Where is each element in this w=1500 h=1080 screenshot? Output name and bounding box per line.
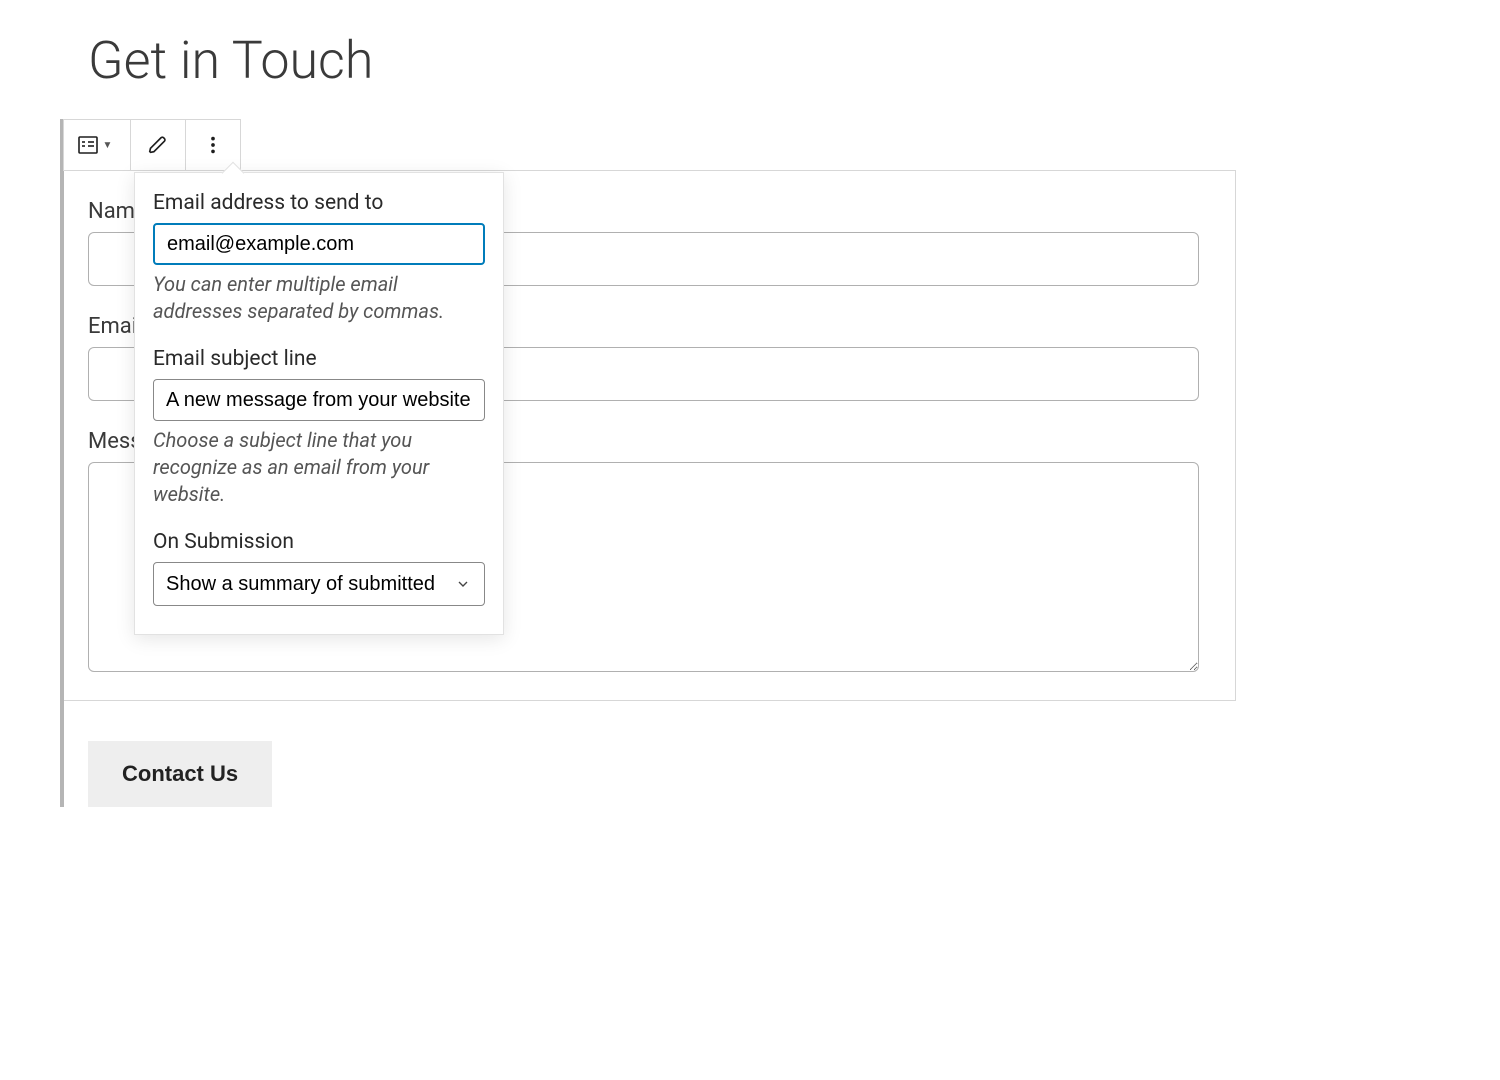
subject-label: Email subject line: [153, 347, 485, 371]
subject-input[interactable]: [153, 379, 485, 421]
block-toolbar: ▼: [63, 119, 241, 171]
page-title: Get in Touch: [88, 30, 1500, 91]
caret-down-icon: ▼: [103, 140, 113, 151]
submit-button[interactable]: Contact Us: [88, 741, 272, 807]
on-submission-select[interactable]: Show a summary of submitted: [153, 562, 485, 606]
form-block-icon: [76, 133, 100, 157]
form-block: ▼: [60, 119, 1500, 807]
block-type-button[interactable]: ▼: [64, 120, 130, 170]
block-type-group: ▼: [64, 120, 131, 170]
on-submission-field: On Submission Show a summary of submitte…: [153, 530, 485, 606]
subject-field: Email subject line Choose a subject line…: [153, 347, 485, 508]
email-to-field: Email address to send to You can enter m…: [153, 191, 485, 325]
form-canvas: Name Email Message Email address to send…: [64, 170, 1236, 701]
email-to-input[interactable]: [153, 223, 485, 265]
more-vertical-icon: [202, 134, 224, 156]
subject-help: Choose a subject line that you recognize…: [153, 427, 485, 508]
edit-button[interactable]: [131, 120, 185, 170]
form-settings-popover: Email address to send to You can enter m…: [134, 172, 504, 635]
email-to-help: You can enter multiple email addresses s…: [153, 271, 485, 325]
on-submission-label: On Submission: [153, 530, 485, 554]
email-to-label: Email address to send to: [153, 191, 485, 215]
edit-group: [131, 120, 186, 170]
on-submission-select-wrap: Show a summary of submitted: [153, 562, 485, 606]
pencil-icon: [147, 134, 169, 156]
